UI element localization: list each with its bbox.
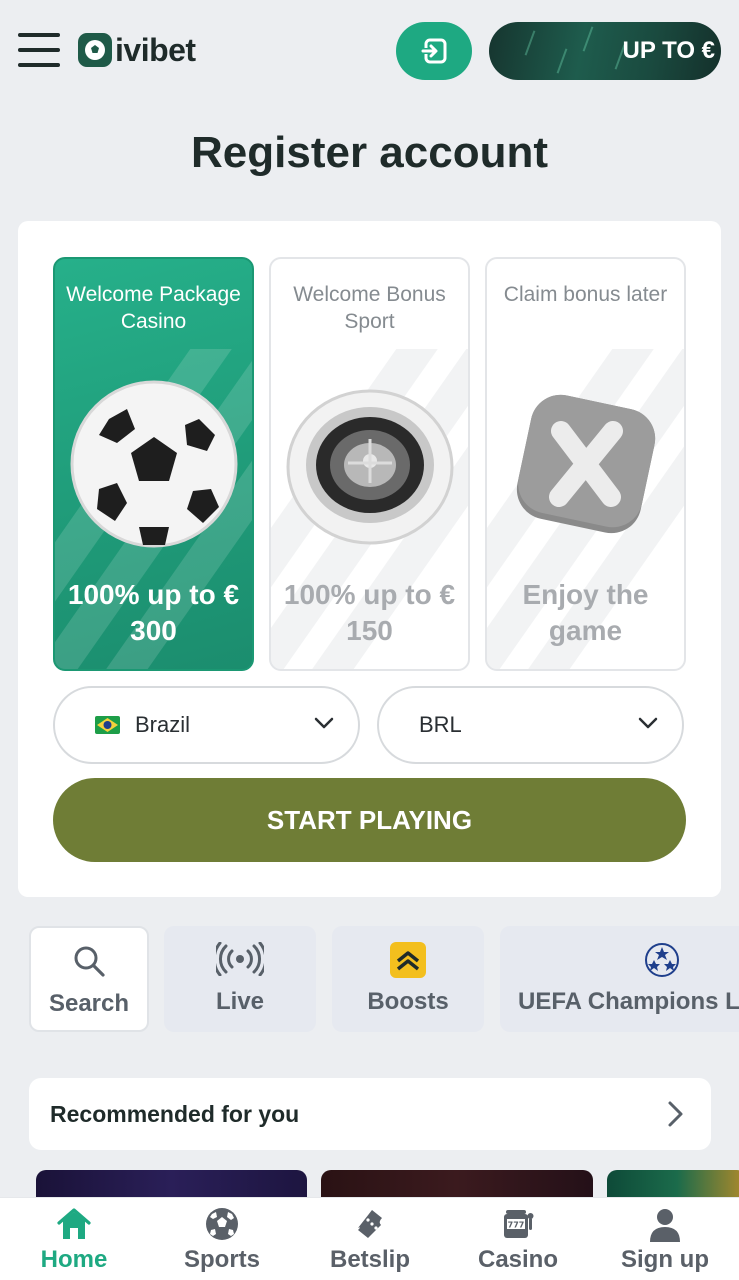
nav-sign-up[interactable]: Sign up [591, 1198, 739, 1280]
brazil-flag-icon [95, 716, 120, 734]
bottom-navigation: Home Sports Betslip 777 Casino Sign up [0, 1197, 739, 1280]
promo-banner-button[interactable]: UP TO € [489, 22, 721, 80]
chip-search[interactable]: Search [29, 926, 149, 1032]
home-icon [57, 1208, 91, 1239]
game-thumbnail[interactable] [36, 1170, 307, 1200]
chip-uefa-champions-league[interactable]: UEFA Champions Le [500, 926, 739, 1032]
country-value: Brazil [135, 712, 191, 737]
live-broadcast-icon [216, 942, 264, 976]
recommended-games-row [0, 1170, 739, 1200]
champions-league-icon [645, 943, 679, 977]
currency-select[interactable]: BRL [377, 686, 684, 764]
registration-card: Welcome Package Casino 100% up to € 300 … [18, 221, 721, 897]
roulette-wheel-icon [285, 379, 455, 554]
slot-machine-icon: 777 [504, 1210, 534, 1238]
x-cross-icon [501, 379, 671, 554]
nav-sports[interactable]: Sports [148, 1198, 296, 1280]
chip-label: UEFA Champions Le [518, 988, 739, 1015]
svg-text:777: 777 [508, 1221, 525, 1230]
bonus-value: Enjoy the game [522, 579, 649, 646]
currency-value: BRL [419, 712, 462, 737]
chip-live[interactable]: Live [164, 926, 316, 1032]
chip-label: Search [48, 990, 130, 1017]
bonus-value: 100% up to € 150 [283, 579, 456, 646]
nav-label: Betslip [329, 1246, 410, 1273]
chevron-down-icon [314, 717, 334, 729]
bonus-title: Welcome Package Casino [66, 283, 241, 333]
ticket-icon [358, 1210, 382, 1238]
chevron-right-icon [668, 1101, 683, 1127]
game-thumbnail[interactable] [321, 1170, 593, 1200]
brand-name: ivibet [115, 31, 196, 68]
chip-label: Boosts [367, 988, 449, 1015]
bonus-title: Welcome Bonus Sport [293, 283, 446, 333]
nav-label: Casino [477, 1246, 558, 1273]
boost-icon [390, 942, 426, 978]
nav-label: Home [40, 1246, 108, 1273]
page-title: Register account [191, 128, 548, 177]
user-icon [650, 1209, 680, 1242]
nav-label: Sign up [621, 1246, 709, 1273]
bonus-option-sport[interactable]: Welcome Bonus Sport 100% up to € 150 [269, 257, 470, 671]
login-icon [421, 38, 447, 64]
login-button[interactable] [396, 22, 472, 80]
top-header: ivibet UP TO € [0, 0, 739, 100]
menu-icon[interactable] [18, 33, 60, 67]
logo-ball-icon [78, 33, 112, 67]
recommended-title: Recommended for you [50, 1101, 300, 1127]
search-icon [74, 946, 105, 977]
start-playing-button[interactable]: START PLAYING [53, 778, 686, 862]
quick-links-row: Search Live Boosts UEFA Champions Le [0, 926, 739, 1034]
bonus-option-later[interactable]: Claim bonus later Enjoy the game [485, 257, 686, 671]
soccer-ball-icon [69, 379, 239, 554]
nav-betslip[interactable]: Betslip [296, 1198, 444, 1280]
chip-boosts[interactable]: Boosts [332, 926, 484, 1032]
nav-casino[interactable]: 777 Casino [444, 1198, 592, 1280]
recommended-section-header[interactable]: Recommended for you [29, 1078, 711, 1150]
country-select[interactable]: Brazil [53, 686, 360, 764]
game-thumbnail[interactable] [607, 1170, 739, 1200]
soccer-icon [206, 1208, 238, 1240]
chevron-down-icon [638, 717, 658, 729]
chip-label: Live [215, 988, 265, 1015]
nav-home[interactable]: Home [0, 1198, 148, 1280]
brand-logo[interactable]: ivibet [78, 30, 196, 70]
bonus-title: Claim bonus later [503, 283, 668, 306]
promo-label: UP TO € [622, 37, 715, 64]
nav-label: Sports [183, 1246, 260, 1273]
bonus-value: 100% up to € 300 [67, 579, 240, 646]
bonus-option-casino[interactable]: Welcome Package Casino 100% up to € 300 [53, 257, 254, 671]
